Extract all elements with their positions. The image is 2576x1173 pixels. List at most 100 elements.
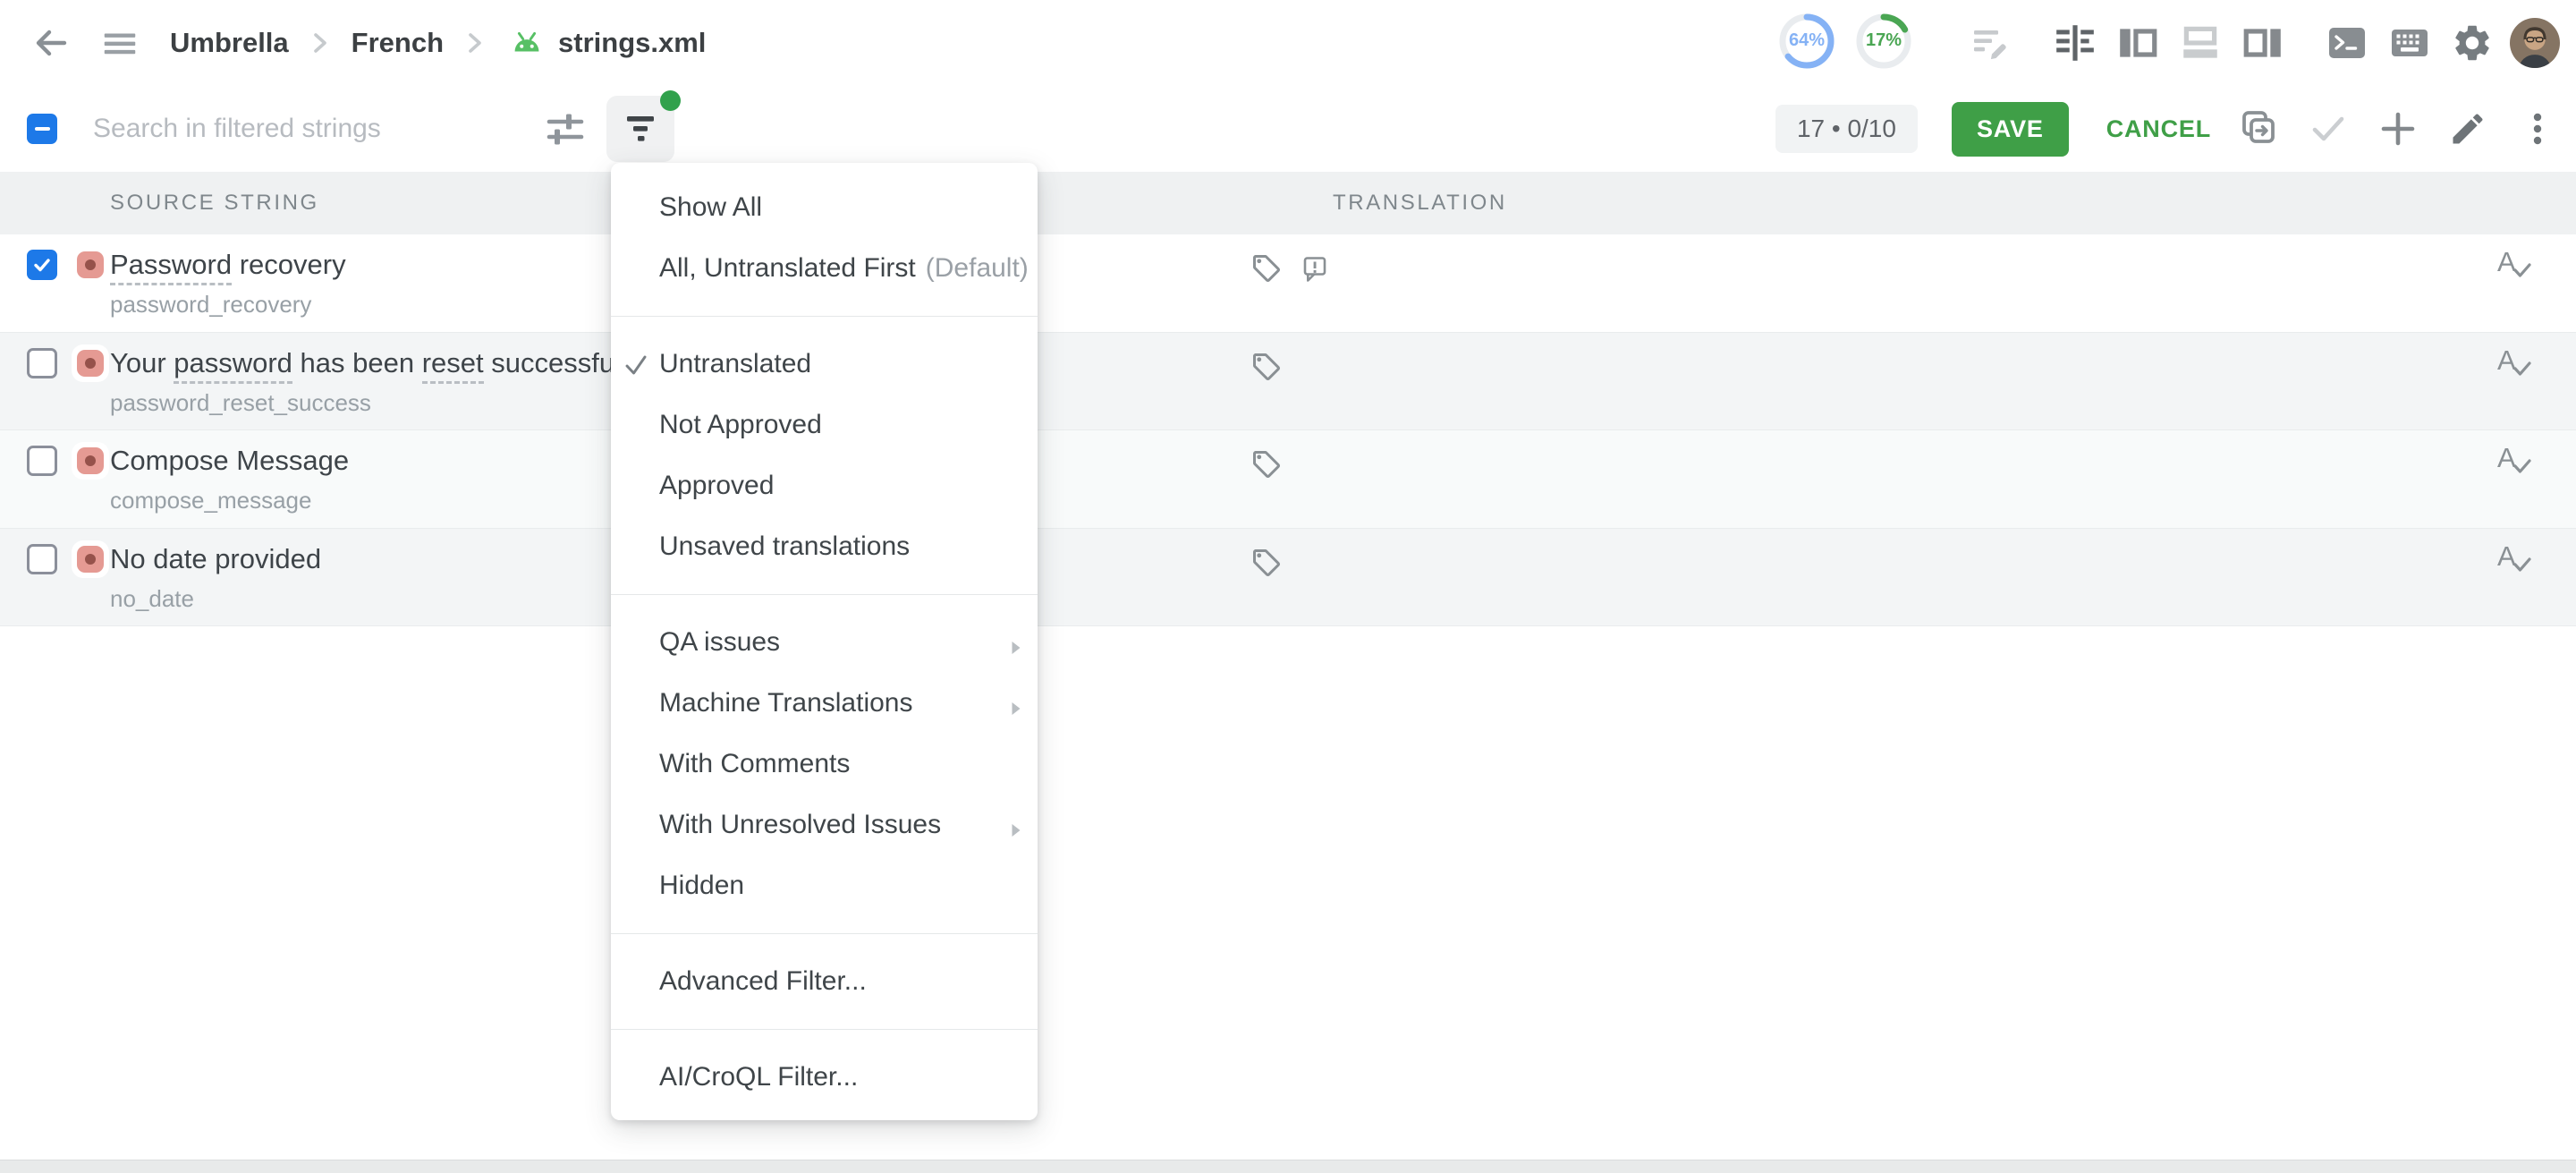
kebab-menu-icon[interactable] [2515, 106, 2560, 151]
filter-menu-item[interactable]: Machine Translations [611, 673, 1038, 734]
approve-translation-icon[interactable]: A [2497, 541, 2531, 572]
filter-menu-item[interactable]: Hidden [611, 855, 1038, 916]
filter-active-badge [660, 90, 681, 111]
draft-edit-icon[interactable] [1966, 18, 2016, 68]
approve-translation-icon[interactable]: A [2497, 443, 2531, 473]
approve-translation-icon[interactable]: A [2497, 345, 2531, 376]
menu-divider [611, 933, 1038, 934]
table-row[interactable]: Compose Message compose_message A [0, 430, 2576, 529]
bottom-panel-edge [0, 1160, 2576, 1173]
tune-icon[interactable] [544, 107, 587, 155]
table-row[interactable]: Password recovery password_recovery A [0, 234, 2576, 333]
filter-menu-item[interactable]: Advanced Filter... [611, 951, 1038, 1012]
string-meta-icons [1250, 448, 1283, 480]
back-icon[interactable] [25, 18, 75, 68]
translation-actions: A [2497, 247, 2531, 277]
pencil-icon[interactable] [2445, 106, 2490, 151]
source-string-text[interactable]: Your password has been reset successfull… [110, 346, 640, 380]
source-string-column-header: SOURCE STRING [110, 172, 319, 234]
translation-column-header: TRANSLATION [1333, 172, 1507, 234]
tag-icon [1250, 252, 1283, 285]
translation-actions: A [2497, 345, 2531, 376]
chevron-right-icon [467, 30, 483, 56]
user-avatar[interactable] [2510, 18, 2560, 68]
submenu-arrow-icon [1008, 816, 1023, 846]
progress-ring: 64% [1778, 13, 1835, 70]
filter-menu-item[interactable]: Show All [611, 177, 1038, 238]
menu-divider [611, 594, 1038, 595]
search-input[interactable] [93, 106, 513, 152]
save-button[interactable]: SAVE [1952, 102, 2069, 157]
row-checkbox[interactable] [27, 544, 57, 574]
string-key: compose_message [110, 487, 349, 514]
table-header: SOURCE STRING TRANSLATION [0, 172, 2576, 234]
translation-actions: A [2497, 443, 2531, 473]
menu-item-suffix: (Default) [926, 253, 1029, 284]
string-key: password_recovery [110, 291, 346, 318]
string-key: no_date [110, 585, 321, 612]
chevron-right-icon [312, 30, 328, 56]
side-by-side-view-icon[interactable] [2050, 18, 2100, 68]
breadcrumb-project[interactable]: Umbrella [170, 27, 289, 59]
filter-menu-item[interactable]: With Unresolved Issues [611, 795, 1038, 855]
filter-menu-item[interactable]: Untranslated [611, 334, 1038, 395]
filter-menu-item[interactable]: All, Untranslated First(Default) [611, 238, 1038, 299]
filter-icon[interactable] [606, 96, 674, 162]
progress-rings: 64% 17% [1778, 13, 1932, 74]
menu-divider [611, 1029, 1038, 1030]
string-meta-icons [1250, 547, 1283, 579]
string-meta-icons [1250, 252, 1331, 285]
untranslated-status-icon [72, 344, 109, 382]
source-string-text[interactable]: No date provided [110, 542, 321, 576]
filter-menu-item[interactable]: Not Approved [611, 395, 1038, 455]
right-panel-view-icon[interactable] [2238, 18, 2288, 68]
filter-dropdown-menu: Show AllAll, Untranslated First(Default)… [611, 163, 1038, 1120]
table-row[interactable]: No date provided no_date A [0, 529, 2576, 627]
progress-ring: 17% [1855, 13, 1912, 70]
hamburger-menu-icon[interactable] [95, 18, 145, 68]
check-icon [623, 353, 649, 387]
filter-menu-item[interactable]: QA issues [611, 612, 1038, 673]
string-meta-icons [1250, 351, 1283, 383]
check-icon[interactable] [2306, 106, 2351, 151]
source-string-text[interactable]: Password recovery [110, 248, 346, 282]
breadcrumb-file[interactable]: strings.xml [558, 27, 706, 59]
select-all-checkbox[interactable] [27, 114, 57, 144]
cancel-button[interactable]: CANCEL [2106, 115, 2211, 143]
left-panel-view-icon[interactable] [2113, 18, 2163, 68]
filter-menu-item[interactable]: Unsaved translations [611, 516, 1038, 577]
filter-menu-item[interactable]: Approved [611, 455, 1038, 516]
string-counter: 17 • 0/10 [1775, 105, 1918, 153]
breadcrumb: Umbrella French strings.xml [170, 23, 706, 64]
editor-toolbar: 17 • 0/10 SAVE CANCEL [0, 86, 2576, 172]
translation-actions: A [2497, 541, 2531, 572]
settings-gear-icon[interactable] [2447, 18, 2497, 68]
submenu-arrow-icon [1008, 694, 1023, 725]
comment-issue-icon [1299, 252, 1331, 285]
approve-translation-icon[interactable]: A [2497, 247, 2531, 277]
string-key: password_reset_success [110, 389, 640, 416]
tag-icon [1250, 351, 1283, 383]
top-bar: Umbrella French strings.xml 64% 17% [0, 0, 2576, 86]
tag-icon [1250, 547, 1283, 579]
source-string-text[interactable]: Compose Message [110, 444, 349, 478]
table-row[interactable]: Your password has been reset successfull… [0, 333, 2576, 431]
untranslated-status-icon [72, 246, 109, 284]
row-checkbox[interactable] [27, 446, 57, 476]
bottom-panel-view-icon[interactable] [2175, 18, 2225, 68]
keyboard-icon[interactable] [2385, 18, 2435, 68]
tag-icon [1250, 448, 1283, 480]
menu-divider [611, 316, 1038, 317]
string-list: Password recovery password_recovery A Your … [0, 234, 2576, 626]
android-icon [506, 23, 547, 64]
plus-icon[interactable] [2376, 106, 2420, 151]
row-checkbox[interactable] [27, 250, 57, 280]
duplicate-icon[interactable] [2236, 106, 2281, 151]
filter-menu-item[interactable]: AI/CroQL Filter... [611, 1047, 1038, 1108]
row-checkbox[interactable] [27, 348, 57, 378]
submenu-arrow-icon [1008, 633, 1023, 664]
filter-menu-item[interactable]: With Comments [611, 734, 1038, 795]
console-icon[interactable] [2322, 18, 2372, 68]
breadcrumb-language[interactable]: French [352, 27, 444, 59]
untranslated-status-icon [72, 540, 109, 578]
